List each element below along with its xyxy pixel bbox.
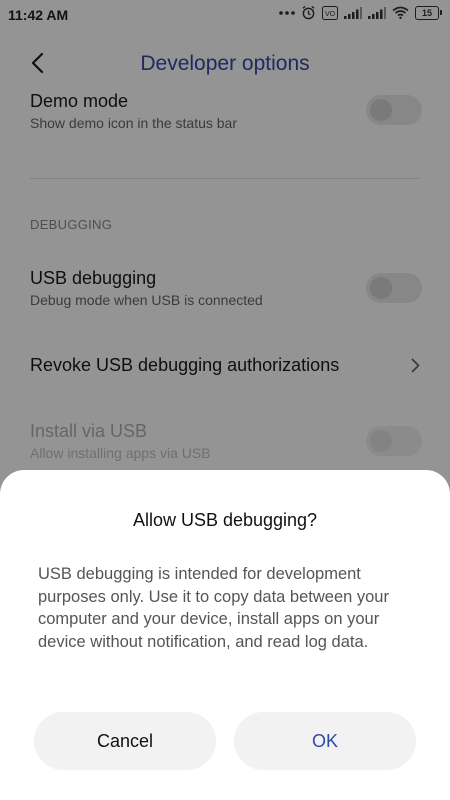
dialog-title: Allow USB debugging? — [132, 510, 318, 530]
cancel-button[interactable]: Cancel — [34, 712, 216, 770]
dialog-message: USB debugging is intended for developmen… — [38, 565, 389, 651]
usb-debugging-dialog: Allow USB debugging? USB debugging is in… — [0, 470, 450, 800]
ok-button[interactable]: OK — [234, 712, 416, 770]
